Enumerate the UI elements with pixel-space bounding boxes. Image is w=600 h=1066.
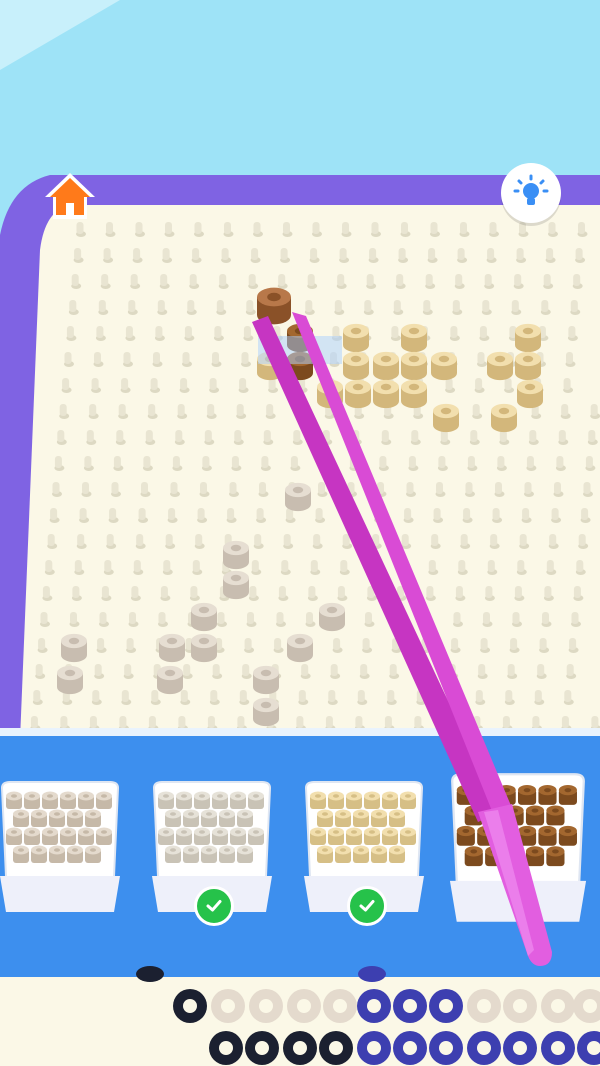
home-button[interactable] bbox=[40, 166, 100, 226]
home-icon bbox=[45, 173, 95, 219]
lightbulb-hint-icon bbox=[513, 174, 549, 205]
game-scene bbox=[0, 0, 600, 1066]
hint-button[interactable] bbox=[501, 163, 561, 223]
tweezers[interactable] bbox=[0, 0, 600, 1066]
